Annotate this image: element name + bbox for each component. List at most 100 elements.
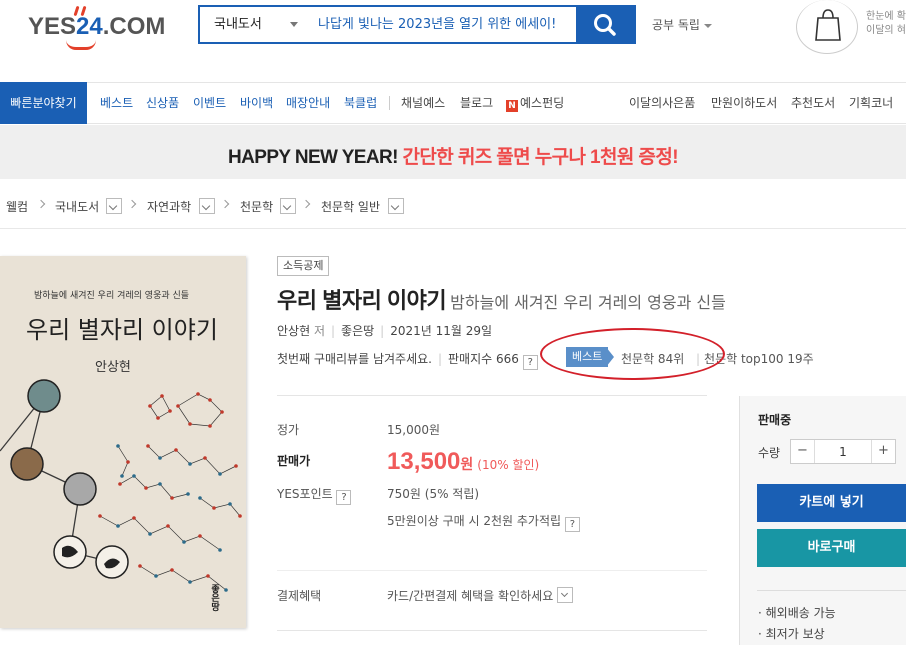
chevron-down-icon <box>557 587 574 603</box>
nav-item-monthly-gift[interactable]: 이달의사은품 <box>629 94 695 111</box>
cart-circle[interactable] <box>796 0 858 54</box>
breadcrumb-astronomy-general[interactable]: 천문학 일반 <box>321 198 380 215</box>
search-icon <box>594 14 616 36</box>
highlight-oval <box>540 328 725 380</box>
breadcrumb-astronomy[interactable]: 천문학 <box>240 198 273 215</box>
nav-item-funding[interactable]: N 예스펀딩 <box>506 94 564 112</box>
publish-date: 2021년 11월 29일 <box>390 324 493 338</box>
search-category-label: 국내도서 <box>214 17 262 32</box>
nav-item-buyback[interactable]: 바이백 <box>240 94 273 111</box>
chevron-down-icon <box>282 201 292 211</box>
income-tax-deduction-badge: 소득공제 <box>277 256 330 276</box>
breadcrumb-divider <box>0 228 906 229</box>
yes-point-label-text: YES포인트 <box>277 487 333 501</box>
search-bar: 국내도서 <box>198 5 636 44</box>
breadcrumb-dropdown[interactable] <box>106 198 122 214</box>
discount-rate: (10% 할인) <box>477 458 540 472</box>
sales-index: 판매지수 666 <box>448 352 519 366</box>
nav-item-best[interactable]: 베스트 <box>100 94 133 111</box>
caret-down-icon <box>290 22 298 27</box>
yes-point-value: 750원 (5% 적립) <box>387 487 480 501</box>
sale-price-value: 13,500 <box>387 448 461 475</box>
nav-item-under-10000[interactable]: 만원이하도서 <box>711 94 777 111</box>
book-subtitle: 밤하늘에 새겨진 우리 겨레의 영웅과 신들 <box>450 293 726 312</box>
add-to-cart-button[interactable]: 카트에 넣기 <box>757 484 906 522</box>
nav-item-blog[interactable]: 블로그 <box>460 94 493 111</box>
payment-benefit-label: 결제혜택 <box>277 589 322 603</box>
payment-benefit-dropdown[interactable]: 카드/간편결제 혜택을 확인하세요 <box>387 587 574 604</box>
yes-point-extra: 5만원이상 구매 시 2천원 추가적립 ? <box>387 512 580 532</box>
nav-item-event[interactable]: 이벤트 <box>193 94 226 111</box>
question-icon[interactable]: ? <box>564 517 580 532</box>
breadcrumb-domestic[interactable]: 국내도서 <box>55 198 99 215</box>
nav-item-store[interactable]: 매장안내 <box>286 94 330 111</box>
sale-price-unit: 원 <box>460 457 474 473</box>
caret-down-icon <box>703 23 712 28</box>
promo-banner[interactable]: HAPPY NEW YEAR! 간단한 퀴즈 풀면 누구나 1천원 증정! <box>0 125 906 179</box>
quantity-plus-button[interactable]: + <box>871 440 895 463</box>
breadcrumb-natural-science[interactable]: 자연과학 <box>147 198 191 215</box>
cover-subtitle: 밤하늘에 새겨진 우리 겨레의 영웅과 신들 <box>34 291 190 301</box>
author-link[interactable]: 안상현 <box>277 324 310 338</box>
quantity-input[interactable] <box>815 440 871 463</box>
cover-publisher: 좋은땅 <box>209 584 219 611</box>
search-category-select[interactable]: 국내도서 <box>200 7 304 42</box>
search-button[interactable] <box>576 5 634 44</box>
yes24-logo[interactable]: YES24.COM <box>28 5 168 52</box>
book-title-block: 우리 별자리 이야기 밤하늘에 새겨진 우리 겨레의 영웅과 신들 <box>277 283 726 315</box>
search-input[interactable] <box>304 7 576 42</box>
payment-benefit-value: 카드/간편결제 혜택을 확인하세요 <box>387 589 554 603</box>
yes-point-extra-text: 5만원이상 구매 시 2천원 추가적립 <box>387 514 562 528</box>
cover-title: 우리 별자리 이야기 <box>26 316 218 344</box>
section-divider <box>277 570 707 571</box>
book-meta: 안상현 저 | 좋은땅 | 2021년 11월 29일 <box>277 324 493 338</box>
month-promo-line-1: 한눈에 확 <box>866 11 906 22</box>
buy-now-button[interactable]: 바로구매 <box>757 529 906 567</box>
review-prompt-link[interactable]: 첫번째 구매리뷰를 남겨주세요. <box>277 352 432 366</box>
chevron-right-icon <box>36 199 46 209</box>
list-price-value: 15,000원 <box>387 423 441 437</box>
breadcrumb-dropdown[interactable] <box>388 198 404 214</box>
breadcrumb-dropdown[interactable] <box>199 198 215 214</box>
question-icon[interactable]: ? <box>522 355 538 370</box>
logo-text-24: 24 <box>76 13 103 40</box>
list-price-label: 정가 <box>277 423 300 437</box>
page-title: 우리 별자리 이야기 <box>277 288 447 313</box>
sale-price-label: 판매가 <box>277 454 311 468</box>
chevron-right-icon <box>301 199 311 209</box>
breadcrumb-dropdown[interactable] <box>280 198 296 214</box>
promo-banner-text: HAPPY NEW YEAR! 간단한 퀴즈 풀면 누구나 1천원 증정! <box>0 142 906 169</box>
shopping-bag-icon <box>815 9 841 41</box>
sale-price: 13,500원 (10% 할인) <box>387 448 539 476</box>
nav-item-funding-label: 예스펀딩 <box>520 96 565 110</box>
nav-item-bookclub[interactable]: 북클럽 <box>344 94 377 111</box>
logo-smile-mark <box>66 40 96 50</box>
study-menu[interactable]: 공부 독립 <box>652 16 712 33</box>
sale-status: 판매중 <box>758 413 792 427</box>
overseas-shipping-note[interactable]: · 해외배송 가능 <box>758 604 836 621</box>
nav-item-recommended[interactable]: 추천도서 <box>791 94 835 111</box>
chevron-down-icon <box>108 201 118 211</box>
quantity-minus-button[interactable]: − <box>791 440 815 463</box>
chevron-right-icon <box>127 199 137 209</box>
n-badge-icon: N <box>506 100 518 112</box>
breadcrumb-home[interactable]: 웰컴 <box>6 198 28 215</box>
book-cover-image[interactable]: 밤하늘에 새겨진 우리 겨레의 영웅과 신들 우리 별자리 이야기 안상현 좋은… <box>0 256 246 628</box>
quick-category-button[interactable]: 빠른분야찾기 <box>0 82 87 124</box>
nav-item-channel-yes[interactable]: 채널예스 <box>401 94 445 111</box>
yes-point-label: YES포인트 ? <box>277 485 352 505</box>
lowest-price-note[interactable]: · 최저가 보상 <box>758 625 825 642</box>
question-icon[interactable]: ? <box>336 490 352 505</box>
logo-text-com: .COM <box>102 13 166 40</box>
month-promo-text[interactable]: 한눈에 확 이달의 혀 <box>866 10 906 38</box>
nav-item-planning[interactable]: 기획코너 <box>849 94 893 111</box>
logo-text-yes: YES <box>28 13 77 40</box>
nav-divider <box>389 96 390 110</box>
quantity-label: 수량 <box>758 446 781 460</box>
nav-item-new[interactable]: 신상품 <box>146 94 179 111</box>
section-divider <box>277 630 707 631</box>
month-promo-line-2: 이달의 혀 <box>866 25 906 36</box>
chevron-down-icon <box>390 201 400 211</box>
promo-banner-offer: 간단한 퀴즈 풀면 누구나 1천원 증정! <box>402 147 679 168</box>
publisher-link[interactable]: 좋은땅 <box>341 324 374 338</box>
